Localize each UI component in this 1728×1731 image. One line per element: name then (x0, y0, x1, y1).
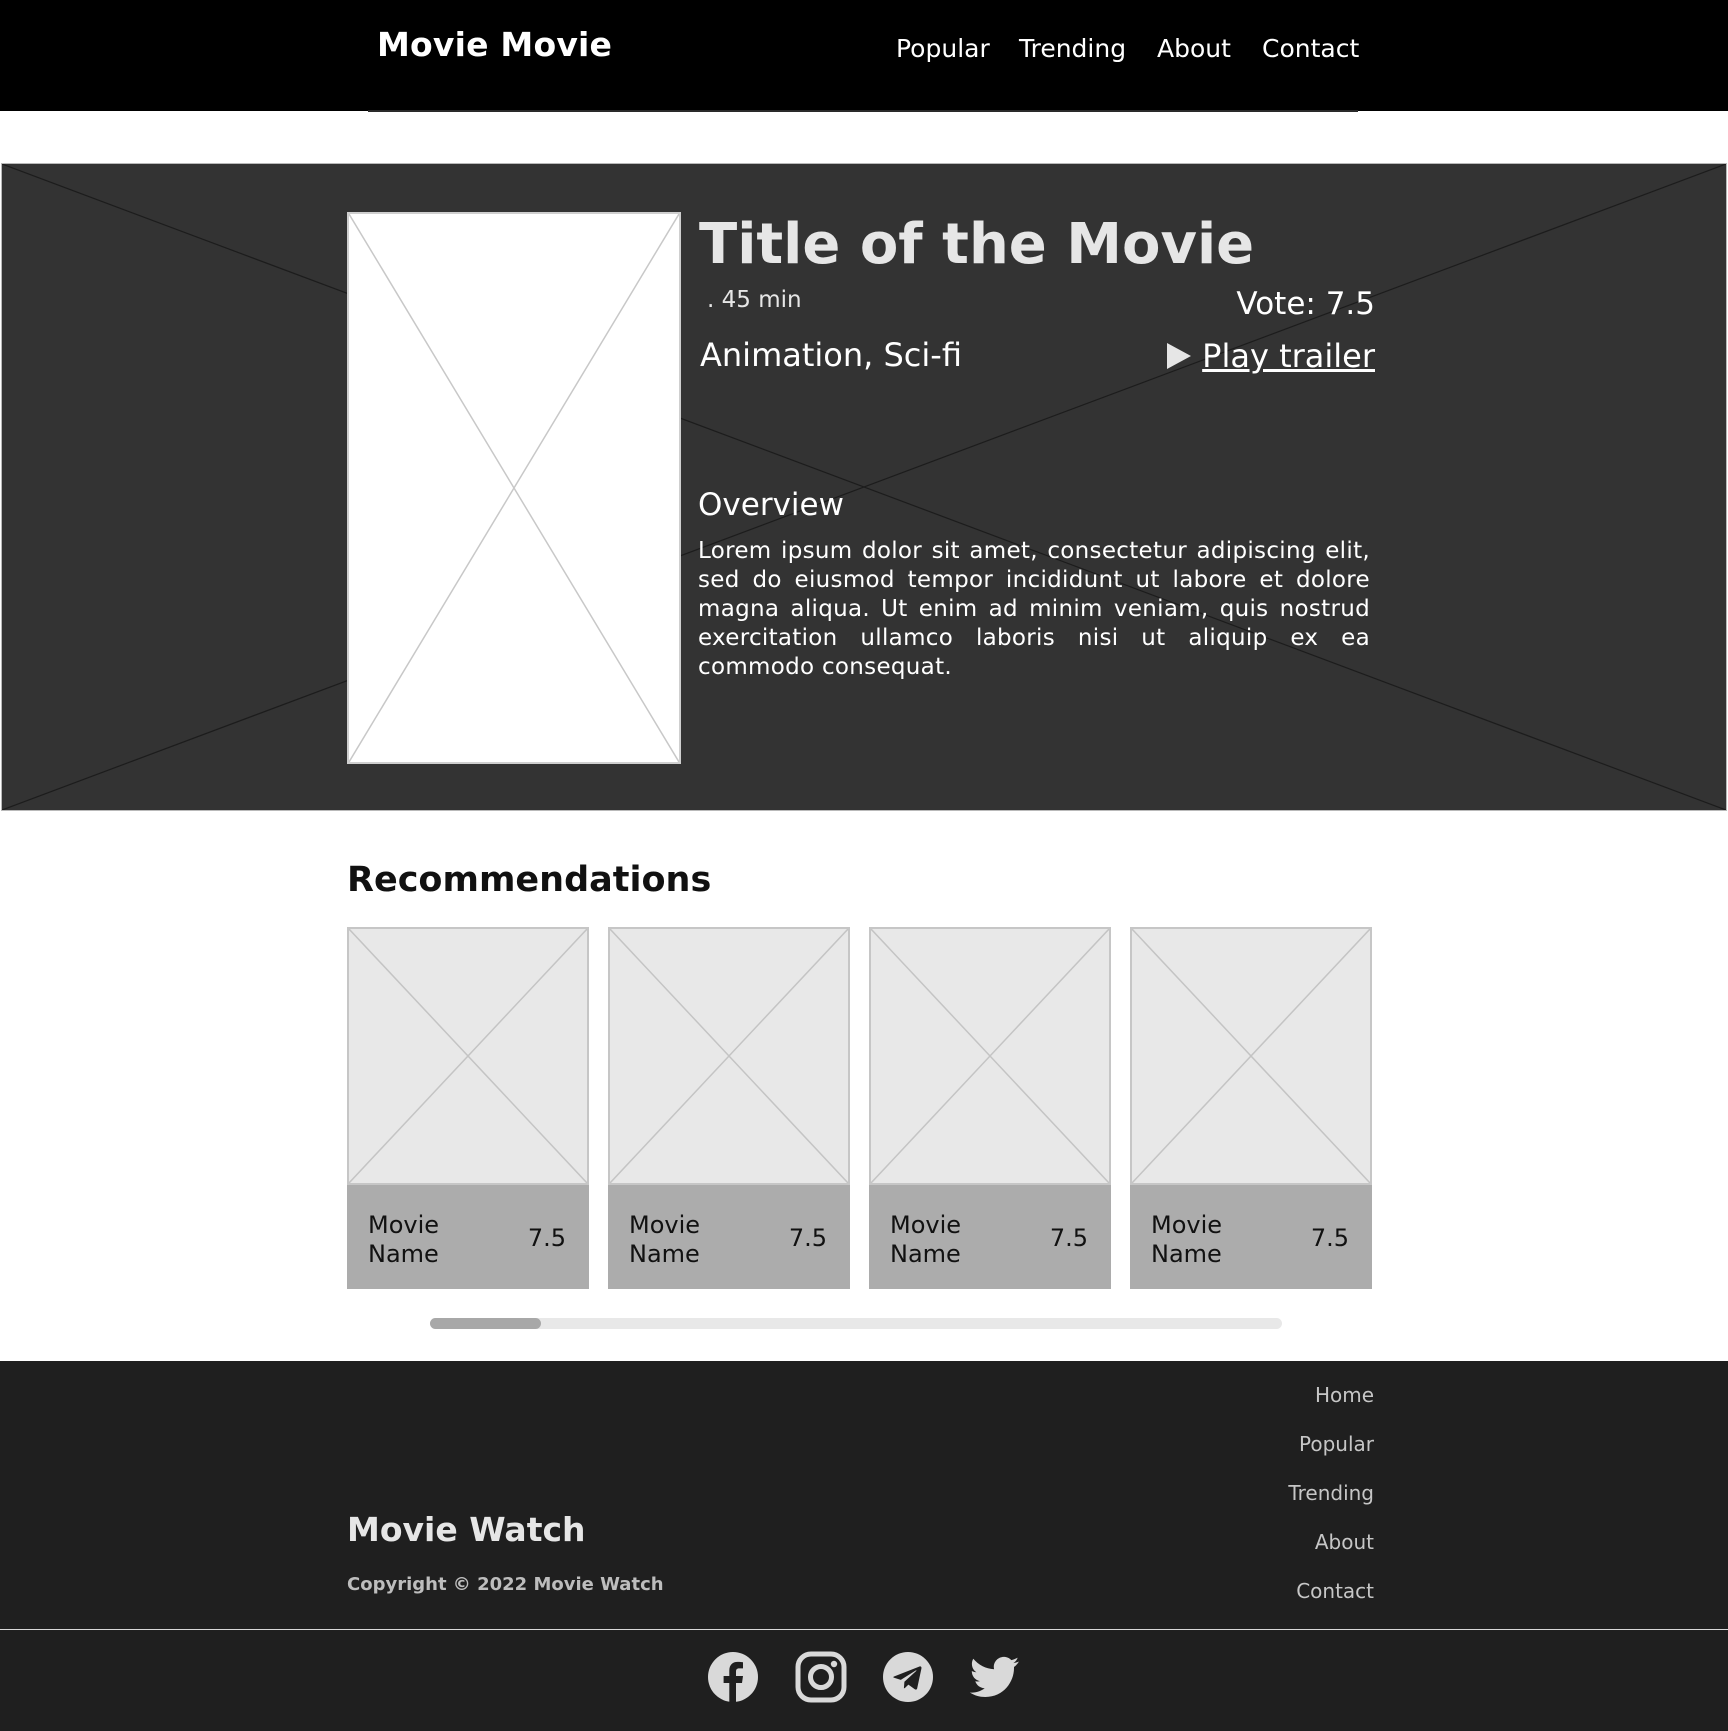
card-movie-name: Movie Name (629, 1211, 701, 1268)
header-divider (368, 110, 1358, 112)
card-vote: 7.5 (1049, 1224, 1088, 1252)
footer-link-trending[interactable]: Trending (1288, 1481, 1374, 1505)
site-logo[interactable]: Movie Movie (377, 25, 612, 64)
footer-link-contact[interactable]: Contact (1296, 1579, 1374, 1603)
image-placeholder-icon (871, 929, 1109, 1183)
nav-link-about[interactable]: About (1157, 34, 1231, 63)
recommendations-heading: Recommendations (347, 860, 712, 900)
footer (0, 1361, 1728, 1731)
card-thumbnail (1130, 927, 1372, 1185)
card-info-bar: Movie Name 7.5 (347, 1185, 589, 1289)
nav-link-trending[interactable]: Trending (1019, 34, 1126, 63)
card-info-bar: Movie Name 7.5 (1130, 1185, 1372, 1289)
footer-brand[interactable]: Movie Watch (347, 1510, 586, 1549)
overview-heading: Overview (698, 487, 844, 523)
nav-link-popular[interactable]: Popular (896, 34, 990, 63)
recommendation-card[interactable]: Movie Name 7.5 (869, 927, 1111, 1289)
movie-vote: Vote: 7.5 (1236, 286, 1375, 322)
footer-link-home[interactable]: Home (1315, 1383, 1374, 1407)
recommendation-card[interactable]: Movie Name 7.5 (1130, 927, 1372, 1289)
movie-title: Title of the Movie (699, 212, 1255, 277)
card-info-bar: Movie Name 7.5 (869, 1185, 1111, 1289)
instagram-icon (795, 1651, 847, 1703)
card-thumbnail (608, 927, 850, 1185)
card-thumbnail (347, 927, 589, 1185)
image-placeholder-icon (349, 929, 587, 1183)
twitter-link[interactable] (969, 1651, 1021, 1703)
facebook-icon (708, 1652, 758, 1703)
copyright-text: Copyright © 2022 Movie Watch (347, 1574, 664, 1595)
instagram-link[interactable] (795, 1651, 847, 1703)
card-thumbnail (869, 927, 1111, 1185)
recommendation-card[interactable]: Movie Name 7.5 (608, 927, 850, 1289)
facebook-link[interactable] (707, 1651, 759, 1703)
recommendations-scrollbar[interactable] (430, 1318, 1282, 1329)
play-icon (1167, 343, 1192, 369)
telegram-icon (883, 1652, 933, 1702)
recommendation-card[interactable]: Movie Name 7.5 (347, 927, 589, 1289)
footer-link-popular[interactable]: Popular (1299, 1432, 1374, 1456)
card-vote: 7.5 (1310, 1224, 1349, 1252)
telegram-link[interactable] (882, 1651, 934, 1703)
image-placeholder-icon (1132, 929, 1370, 1183)
card-movie-name: Movie Name (1151, 1211, 1223, 1268)
nav-link-contact[interactable]: Contact (1262, 34, 1359, 63)
movie-poster (347, 212, 681, 764)
movie-genres: Animation, Sci-fi (700, 336, 962, 374)
card-vote: 7.5 (788, 1224, 827, 1252)
overview-text: Lorem ipsum dolor sit amet, consectetur … (698, 538, 1370, 680)
play-trailer-link[interactable]: Play trailer (1166, 337, 1375, 375)
image-placeholder-icon (610, 929, 848, 1183)
card-info-bar: Movie Name 7.5 (608, 1185, 850, 1289)
top-navbar: Movie Movie Popular Trending About Conta… (0, 0, 1728, 111)
footer-divider (0, 1629, 1728, 1630)
footer-link-about[interactable]: About (1315, 1530, 1374, 1554)
card-movie-name: Movie Name (368, 1211, 440, 1268)
card-vote: 7.5 (527, 1224, 566, 1252)
twitter-icon (969, 1656, 1019, 1697)
scrollbar-thumb[interactable] (430, 1318, 541, 1329)
play-trailer-label: Play trailer (1202, 337, 1375, 375)
movie-runtime: . 45 min (707, 287, 802, 313)
card-movie-name: Movie Name (890, 1211, 962, 1268)
image-placeholder-icon (349, 214, 679, 762)
